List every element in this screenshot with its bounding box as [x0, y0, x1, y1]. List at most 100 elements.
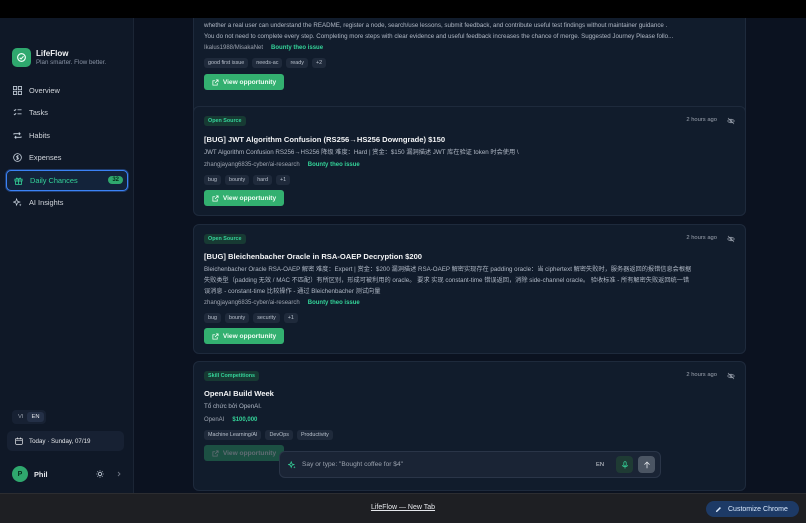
view-opportunity-button[interactable]: View opportunity: [204, 74, 284, 90]
quick-add-bar: EN: [279, 451, 661, 478]
microphone-icon: [621, 460, 628, 468]
sidebar-item-tasks[interactable]: Tasks: [6, 102, 128, 123]
external-link-icon: [212, 332, 219, 340]
tag: ready: [286, 58, 308, 68]
card-description: whether a real user can understand the R…: [204, 22, 674, 41]
timestamp: 2 hours ago: [686, 117, 717, 123]
lifeflow-logo-icon: [12, 48, 31, 67]
user-name: Phil: [34, 469, 48, 479]
external-link-icon: [212, 449, 219, 457]
app-name: LifeFlow: [36, 49, 69, 58]
card-meta: Ikalus1988/MisakaNet Bounty theo issue: [204, 45, 323, 51]
tag: needs-ac: [252, 58, 283, 68]
tag: bug: [204, 175, 221, 185]
bounty-label: Bounty theo issue: [307, 162, 360, 168]
microphone-button[interactable]: [616, 456, 634, 473]
card-description: JWT Algorithm Confusion RS256→HS256 降级 难…: [204, 149, 519, 156]
calendar-icon: [15, 437, 23, 445]
grid-icon: [13, 86, 22, 95]
organizer: OpenAI: [204, 417, 225, 423]
opportunity-card: Open Source 2 hours ago [BUG] JWT Algori…: [193, 106, 746, 216]
tag: hard: [253, 175, 272, 185]
card-meta: zhangjayang6835-cyber/ai-research Bounty…: [204, 162, 360, 168]
send-button[interactable]: [638, 456, 656, 473]
app-tagline: Plan smarter. Flow better.: [36, 59, 107, 66]
sidebar-item-habits[interactable]: Habits: [6, 125, 128, 146]
sidebar-item-overview[interactable]: Overview: [6, 80, 128, 101]
repo-name[interactable]: Ikalus1988/MisakaNet: [204, 45, 263, 51]
repo-name[interactable]: zhangjayang6835-cyber/ai-research: [204, 300, 300, 306]
bounty-label: Bounty theo issue: [307, 300, 360, 306]
category-badge: Open Source: [204, 116, 246, 126]
bounty-label: Bounty theo issue: [271, 45, 324, 51]
tag: +1: [283, 313, 298, 323]
opportunity-card: Open Source 2 hours ago [BUG] Bleichenba…: [193, 224, 746, 354]
category-badge: Skill Competitions: [204, 371, 260, 381]
new-tab-link[interactable]: LifeFlow — New Tab: [0, 504, 806, 511]
tag-list: bug bounty security +1: [204, 313, 302, 323]
opportunity-card: whether a real user can understand the R…: [193, 18, 746, 117]
tag: bug: [204, 313, 221, 323]
external-link-icon: [212, 194, 219, 202]
arrow-up-icon: [643, 460, 650, 468]
tag: bounty: [225, 313, 250, 323]
lang-option-en[interactable]: EN: [27, 412, 44, 422]
tag: bounty: [225, 175, 250, 185]
card-title[interactable]: [BUG] Bleichenbacher Oracle in RSA-OAEP …: [204, 252, 422, 261]
timestamp: 2 hours ago: [686, 235, 717, 241]
tag: Machine Learning/AI: [204, 430, 262, 440]
dollar-icon: [13, 153, 22, 162]
tag-list: Machine Learning/AI DevOps Productivity: [204, 430, 337, 440]
sidebar-item-daily-chances[interactable]: Daily Chances 32: [6, 169, 128, 191]
tag: +1: [275, 175, 291, 185]
checklist-icon: [13, 109, 22, 116]
sidebar-nav: Overview Tasks Habits Expenses Daily Cha…: [6, 80, 128, 214]
top-black-strip: [0, 0, 806, 18]
card-title[interactable]: [BUG] JWT Algorithm Confusion (RS256→HS2…: [204, 135, 445, 144]
tag-list: bug bounty hard +1: [204, 175, 294, 185]
sidebar-item-label: Habits: [29, 130, 50, 140]
quick-add-input[interactable]: [302, 461, 592, 468]
card-meta: OpenAI $100,000: [204, 417, 257, 423]
brand[interactable]: LifeFlow Plan smarter. Flow better.: [12, 48, 106, 67]
lang-option-vi[interactable]: VI: [14, 412, 27, 422]
today-date-button[interactable]: Today · Sunday, 07/19: [7, 431, 124, 451]
today-label: Today · Sunday, 07/19: [29, 437, 91, 445]
count-badge: 32: [108, 176, 123, 185]
sidebar-item-expenses[interactable]: Expenses: [6, 147, 128, 168]
view-opportunity-button[interactable]: View opportunity: [204, 328, 284, 344]
tag: security: [253, 313, 280, 323]
sidebar-item-ai-insights[interactable]: AI Insights: [6, 192, 128, 213]
gift-icon: [14, 177, 23, 185]
eye-off-icon[interactable]: [727, 235, 735, 243]
tag: DevOps: [265, 430, 293, 440]
card-subtitle: Tổ chức bởi OpenAI.: [204, 403, 262, 410]
eye-off-icon[interactable]: [727, 117, 735, 125]
view-opportunity-button[interactable]: View opportunity: [204, 190, 284, 206]
avatar: P: [12, 466, 28, 482]
eye-off-icon[interactable]: [727, 372, 735, 380]
pencil-icon: [715, 506, 721, 512]
chat-language[interactable]: EN: [596, 462, 604, 468]
chevron-right-icon[interactable]: [116, 471, 122, 477]
repo-name[interactable]: zhangjayang6835-cyber/ai-research: [204, 162, 300, 168]
tag-list: good first issue needs-ac ready +2: [204, 58, 330, 68]
user-profile[interactable]: P Phil: [12, 466, 122, 482]
sparkles-icon: [13, 197, 22, 207]
repeat-icon: [13, 131, 22, 139]
timestamp: 2 hours ago: [686, 372, 717, 378]
prize-amount: $100,000: [232, 417, 258, 423]
sidebar-item-label: AI Insights: [29, 197, 64, 207]
tag: good first issue: [204, 58, 249, 68]
external-link-icon: [212, 78, 219, 86]
card-title[interactable]: OpenAI Build Week: [204, 389, 274, 398]
sun-icon[interactable]: [96, 470, 104, 478]
view-opportunity-button[interactable]: View opportunity: [204, 445, 284, 461]
customize-chrome-button[interactable]: Customize Chrome: [706, 501, 799, 517]
sidebar: LifeFlow Plan smarter. Flow better. Over…: [0, 18, 134, 493]
tag: +2: [311, 58, 327, 68]
card-description: Bleichenbacher Oracle RSA-OAEP 解密 难度：Exp…: [204, 266, 692, 296]
language-toggle: VI EN: [12, 410, 46, 424]
tag: Productivity: [296, 430, 333, 440]
category-badge: Open Source: [204, 234, 246, 244]
